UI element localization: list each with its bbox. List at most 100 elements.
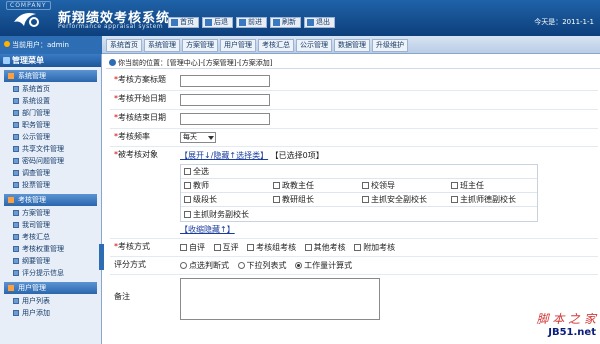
- scheme-title-input[interactable]: [180, 75, 270, 87]
- folder-icon: [8, 197, 14, 203]
- sidebar-item[interactable]: 纲要管理: [0, 255, 101, 267]
- tab-scheme[interactable]: 方案管理: [182, 39, 218, 52]
- tab-data[interactable]: 数据管理: [334, 39, 370, 52]
- form-row: 评分方式 点选判断式 下拉列表式 工作量计算式: [110, 257, 598, 275]
- field-label: *考核结束日期: [114, 113, 166, 122]
- collapse-targets-link[interactable]: 【收缩隐藏↑】: [180, 225, 235, 234]
- exit-icon: [307, 19, 314, 26]
- sidebar-item[interactable]: 用户添加: [0, 307, 101, 319]
- checkbox-target[interactable]: [273, 196, 280, 203]
- sidebar-group-assessment[interactable]: 考核管理: [4, 194, 97, 206]
- note-textarea[interactable]: [180, 278, 380, 320]
- exit-button[interactable]: 退出: [304, 17, 335, 28]
- user-icon: [4, 41, 10, 47]
- radio-score-selected[interactable]: [295, 262, 303, 269]
- form-row: *考核开始日期: [110, 91, 598, 110]
- form-row: *考核频率 每天: [110, 129, 598, 147]
- page-icon: [13, 222, 19, 228]
- page-icon: [13, 170, 19, 176]
- page-icon: [13, 270, 19, 276]
- field-label: *考核开始日期: [114, 94, 166, 103]
- refresh-button[interactable]: 刷新: [270, 17, 301, 28]
- checkbox-target[interactable]: [451, 182, 458, 189]
- field-label: *考核方式: [114, 242, 150, 251]
- sidebar-item[interactable]: 共享文件管理: [0, 143, 101, 155]
- app-subtitle: Performance appraisal system: [58, 23, 164, 30]
- checkbox-target[interactable]: [451, 196, 458, 203]
- logo-icon: [14, 13, 39, 27]
- checkbox-method[interactable]: [180, 244, 187, 251]
- toggle-targets-link[interactable]: 【展开↓/隐藏↑选择类】: [180, 151, 268, 160]
- page-icon: [13, 258, 19, 264]
- sidebar-item[interactable]: 用户列表: [0, 295, 101, 307]
- end-date-input[interactable]: [180, 113, 270, 125]
- form-row: *被考核对象 【展开↓/隐藏↑选择类】 【已选择0项】 全选 教师 政教主任 校…: [110, 147, 598, 239]
- page-icon: [13, 298, 19, 304]
- sidebar-title: 管理菜单: [0, 54, 101, 67]
- back-button[interactable]: 后退: [202, 17, 233, 28]
- sidebar-item[interactable]: 职务管理: [0, 119, 101, 131]
- back-icon: [205, 19, 212, 26]
- form-row: *考核方式 自评 互评 考核组考核 其他考核 附加考核: [110, 239, 598, 257]
- selected-count: 【已选择0项】: [270, 151, 324, 160]
- today-date: 今天是：2011-1-1: [534, 18, 594, 26]
- checkbox-method[interactable]: [213, 244, 221, 251]
- checkbox-method[interactable]: [247, 244, 255, 251]
- field-label: *考核频率: [114, 132, 150, 141]
- page-icon: [13, 98, 19, 104]
- tab-home[interactable]: 系统首页: [106, 39, 142, 52]
- sidebar-item[interactable]: 调查管理: [0, 167, 101, 179]
- checkbox-target[interactable]: [362, 182, 369, 189]
- form-row: *考核方案标题: [110, 72, 598, 91]
- checkbox-target[interactable]: [184, 182, 191, 189]
- tab-users[interactable]: 用户管理: [220, 39, 256, 52]
- tab-notice[interactable]: 公示管理: [296, 39, 332, 52]
- sidebar-item[interactable]: 部门管理: [0, 107, 101, 119]
- folder-icon: [8, 73, 14, 79]
- location-icon: [109, 59, 116, 66]
- home-icon: [171, 19, 178, 26]
- sidebar-item[interactable]: 公示管理: [0, 131, 101, 143]
- home-button[interactable]: 首页: [168, 17, 199, 28]
- start-date-input[interactable]: [180, 94, 270, 106]
- checkbox-target[interactable]: [273, 182, 280, 189]
- main-nav: 系统首页 系统管理 方案管理 用户管理 考核汇总 公示管理 数据管理 升级维护: [106, 39, 408, 52]
- checkbox-target[interactable]: [184, 196, 191, 203]
- page-icon: [13, 182, 19, 188]
- tab-system[interactable]: 系统管理: [144, 39, 180, 52]
- sidebar-item[interactable]: 系统首页: [0, 83, 101, 95]
- page-icon: [13, 210, 19, 216]
- sidebar-item[interactable]: 考核权重管理: [0, 243, 101, 255]
- radio-score[interactable]: [237, 262, 245, 269]
- page-icon: [13, 146, 19, 152]
- sidebar-collapse-handle[interactable]: [99, 244, 104, 270]
- frequency-select[interactable]: 每天: [180, 132, 216, 143]
- form-row: 备注: [110, 275, 598, 325]
- forward-button[interactable]: 前进: [236, 17, 267, 28]
- sidebar-item[interactable]: 方案管理: [0, 207, 101, 219]
- form-row: *考核结束日期: [110, 110, 598, 129]
- page-icon: [13, 310, 19, 316]
- page-icon: [13, 134, 19, 140]
- checkbox-target[interactable]: [184, 210, 191, 218]
- tab-summary[interactable]: 考核汇总: [258, 39, 294, 52]
- tab-upgrade[interactable]: 升级维护: [372, 39, 408, 52]
- sidebar-item[interactable]: 考核汇总: [0, 231, 101, 243]
- sidebar-item[interactable]: 我司管理: [0, 219, 101, 231]
- forward-icon: [239, 19, 246, 26]
- page-icon: [13, 158, 19, 164]
- checkbox-target[interactable]: [362, 196, 369, 203]
- sidebar-group-system[interactable]: 系统管理: [4, 70, 97, 82]
- checkbox-select-all[interactable]: [184, 168, 191, 175]
- sidebar-item[interactable]: 投票管理: [0, 179, 101, 191]
- sidebar-item[interactable]: 密码问题管理: [0, 155, 101, 167]
- radio-score[interactable]: [180, 262, 187, 269]
- checkbox-method[interactable]: [354, 244, 362, 251]
- sidebar-item[interactable]: 系统设置: [0, 95, 101, 107]
- checkbox-method[interactable]: [304, 244, 312, 251]
- main-content: 你当前的位置：[管理中心]-[方案管理]-[方案添加] *考核方案标题 *考核开…: [106, 56, 600, 344]
- sidebar-group-users[interactable]: 用户管理: [4, 282, 97, 294]
- app-header: COMPANY 新翔绩效考核系统 Performance appraisal s…: [0, 0, 600, 36]
- sidebar-item[interactable]: 评分提示信息: [0, 267, 101, 279]
- field-label: *被考核对象: [114, 150, 158, 159]
